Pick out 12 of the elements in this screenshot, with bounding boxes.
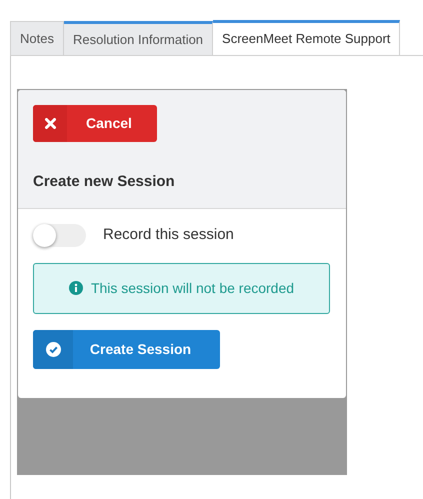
info-text: This session will not be recorded (90, 278, 294, 298)
check-circle-icon (46, 342, 60, 356)
cancel-button[interactable]: Cancel (33, 105, 157, 142)
create-session-button[interactable]: Create Session (33, 330, 220, 368)
tab[interactable]: Notes (10, 21, 64, 55)
toggle-label: Record this session (103, 224, 234, 245)
tab[interactable]: ScreenMeet Remote Support (213, 20, 400, 55)
close-icon (44, 118, 56, 129)
dialog-title: Create new Session (33, 172, 176, 192)
tab[interactable]: Resolution Information (64, 21, 214, 55)
info-icon (68, 281, 83, 295)
record-toggle[interactable] (33, 224, 86, 246)
